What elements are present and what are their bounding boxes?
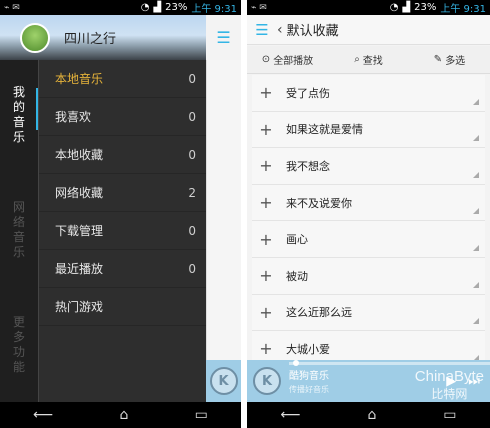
kugou-logo-icon: K — [253, 367, 281, 395]
add-icon[interactable]: + — [252, 193, 280, 212]
add-icon[interactable]: + — [252, 339, 280, 358]
menu-item-recent-plays[interactable]: 最近播放 0 — [39, 250, 206, 288]
list-item[interactable]: + 画心 — [252, 221, 485, 258]
options-corner-icon[interactable] — [473, 98, 479, 105]
notification-icons: ⌁ ✉ — [4, 2, 20, 13]
menu-item-download-manager[interactable]: 下载管理 0 — [39, 212, 206, 250]
right-screen: ⌁ ✉ ◔ ▟ 23% 上午 9:31 ☰ ‹ 默认收藏 ⊙ 全部播放 ⌕ 查找… — [247, 0, 490, 428]
list-item[interactable]: + 受了点伤 — [252, 75, 485, 112]
add-icon[interactable]: + — [252, 303, 280, 322]
add-icon[interactable]: + — [252, 120, 280, 139]
options-corner-icon[interactable] — [473, 135, 479, 142]
player-artist: 传播好音乐 — [289, 385, 329, 394]
list-item[interactable]: + 这么近那么远 — [252, 294, 485, 332]
options-corner-icon[interactable] — [473, 281, 479, 288]
back-icon[interactable]: ⟵ — [33, 407, 53, 423]
left-screen: ⌁ ✉ ◔ ▟ 23% 上午 9:31 四川之行 ☰ 我 的 音 乐 网 络 音… — [0, 0, 241, 428]
add-icon[interactable]: + — [252, 266, 280, 285]
content-peek — [206, 60, 241, 402]
item-count: 0 — [188, 71, 196, 86]
play-all-button[interactable]: ⊙ 全部播放 — [247, 52, 328, 67]
menu-icon[interactable]: ☰ — [206, 15, 241, 60]
category-tabs: 我 的 音 乐 网 络 音 乐 更 多 功 能 — [0, 60, 39, 402]
menu-item-local-music[interactable]: 本地音乐 0 — [39, 60, 206, 98]
status-bar: ⌁ ✉ ◔ ▟ 23% 上午 9:31 — [247, 0, 490, 15]
battery-text: 23% — [414, 2, 437, 13]
home-icon[interactable]: ⌂ — [367, 407, 376, 423]
menu-item-hot-games[interactable]: 热门游戏 — [39, 288, 206, 326]
header-title: 四川之行 — [64, 32, 117, 47]
play-icon: ⊙ — [261, 54, 271, 65]
add-icon[interactable]: + — [252, 83, 280, 102]
list-item[interactable]: + 我不想念 — [252, 148, 485, 185]
profile-header[interactable]: 四川之行 — [0, 15, 206, 60]
clock: 上午 9:31 — [440, 4, 486, 15]
page-header: ☰ ‹ 默认收藏 — [247, 15, 490, 45]
options-corner-icon[interactable] — [473, 318, 479, 325]
item-count: 0 — [188, 223, 196, 238]
item-count: 0 — [188, 109, 196, 124]
options-corner-icon[interactable] — [473, 244, 479, 251]
tab-more-functions[interactable]: 更 多 功 能 — [0, 315, 38, 375]
home-icon[interactable]: ⌂ — [119, 407, 128, 423]
item-count: 2 — [188, 185, 196, 200]
music-menu-list: 本地音乐 0 我喜欢 0 本地收藏 0 网络收藏 2 下载管理 0 最近播放 0… — [38, 60, 206, 402]
multi-select-button[interactable]: ✎ 多选 — [409, 52, 490, 67]
kugou-logo-icon: K — [209, 367, 238, 395]
mini-player[interactable]: K — [206, 360, 241, 402]
search-button[interactable]: ⌕ 查找 — [328, 52, 409, 67]
options-corner-icon[interactable] — [473, 171, 479, 178]
tab-online-music[interactable]: 网 络 音 乐 — [0, 200, 38, 260]
avatar[interactable] — [20, 23, 50, 53]
status-bar: ⌁ ✉ ◔ ▟ 23% 上午 9:31 — [0, 0, 241, 15]
progress-handle[interactable] — [293, 360, 299, 366]
menu-item-favorites[interactable]: 我喜欢 0 — [39, 98, 206, 136]
tab-my-music[interactable]: 我 的 音 乐 — [0, 85, 38, 145]
menu-icon[interactable]: ☰ — [247, 21, 277, 39]
list-toolbar: ⊙ 全部播放 ⌕ 查找 ✎ 多选 — [247, 46, 490, 74]
page-title: 默认收藏 — [286, 24, 339, 39]
mini-player[interactable]: K 酷狗音乐 传播好音乐 ▶ ⏭ — [247, 360, 490, 402]
add-icon[interactable]: + — [252, 156, 280, 175]
wifi-icon: ◔ — [389, 2, 399, 13]
item-count: 0 — [188, 261, 196, 276]
menu-item-online-collection[interactable]: 网络收藏 2 — [39, 174, 206, 212]
player-song-title: 酷狗音乐 — [289, 371, 329, 382]
navigation-bar: ⟵ ⌂ ▭ — [247, 402, 490, 428]
song-list: + 受了点伤 + 如果这就是爱情 + 我不想念 + 来不及说爱你 + 画心 + 被动 + 这么… — [247, 75, 490, 368]
edit-icon: ✎ — [433, 54, 443, 65]
menu-item-local-collection[interactable]: 本地收藏 0 — [39, 136, 206, 174]
signal-icon: ▟ — [153, 2, 162, 13]
next-icon[interactable]: ⏭ — [468, 374, 480, 389]
recent-apps-icon[interactable]: ▭ — [443, 407, 456, 423]
list-item[interactable]: + 来不及说爱你 — [252, 184, 485, 222]
list-item[interactable]: + 如果这就是爱情 — [252, 111, 485, 149]
play-icon[interactable]: ▶ — [446, 374, 456, 389]
progress-bar[interactable] — [289, 360, 490, 366]
back-icon[interactable]: ⟵ — [280, 407, 300, 423]
clock: 上午 9:31 — [191, 4, 237, 15]
back-chevron-icon[interactable]: ‹ — [277, 22, 283, 38]
battery-text: 23% — [165, 2, 188, 13]
signal-icon: ▟ — [402, 2, 411, 13]
list-item[interactable]: + 被动 — [252, 257, 485, 295]
add-icon[interactable]: + — [252, 230, 280, 249]
recent-apps-icon[interactable]: ▭ — [195, 407, 208, 423]
wifi-icon: ◔ — [140, 2, 150, 13]
options-corner-icon[interactable] — [473, 208, 479, 215]
notification-icons: ⌁ ✉ — [251, 2, 267, 13]
navigation-bar: ⟵ ⌂ ▭ — [0, 402, 241, 428]
item-count: 0 — [188, 147, 196, 162]
search-icon: ⌕ — [354, 54, 360, 65]
